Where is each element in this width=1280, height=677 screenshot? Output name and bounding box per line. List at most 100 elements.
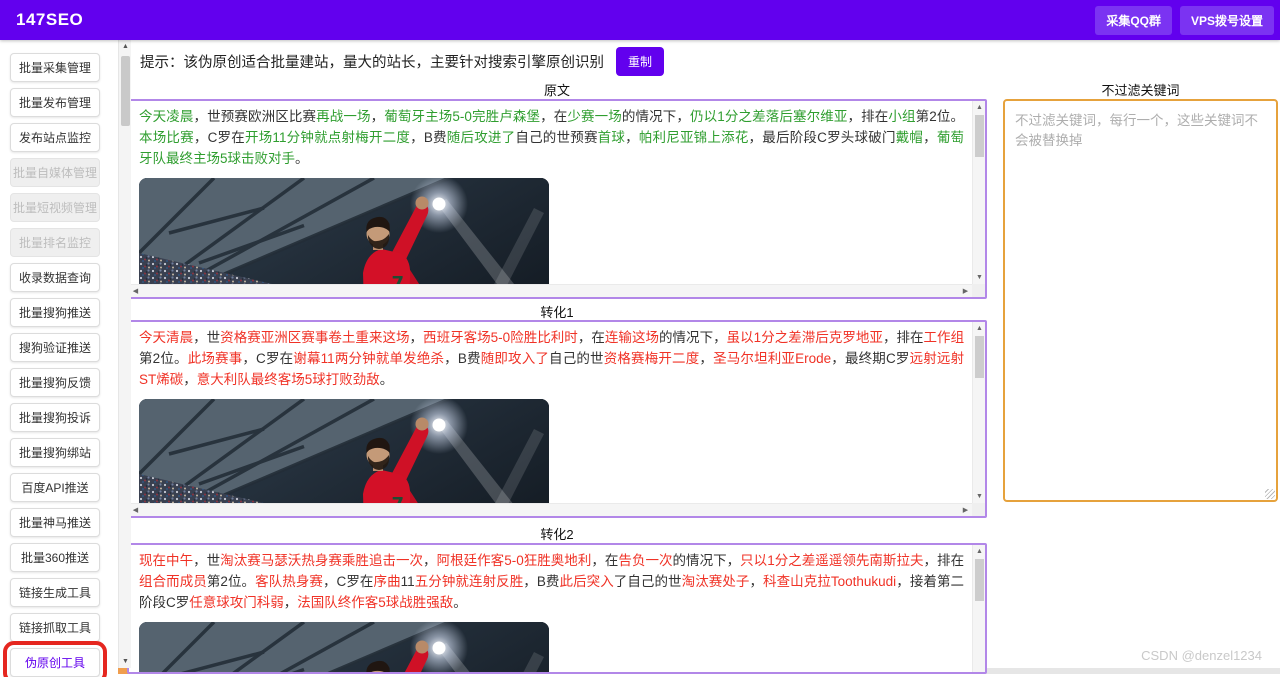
sidebar-item-1[interactable]: 批量发布管理 xyxy=(10,88,100,117)
diff-segment: 谢幕11两分钟就单发绝杀 xyxy=(293,351,444,366)
sidebar-item-17[interactable]: 伪原创工具 xyxy=(10,648,100,677)
diff-segment: 帕利尼亚锦上添花 xyxy=(639,130,749,145)
sidebar-item-7[interactable]: 批量搜狗推送 xyxy=(10,298,100,327)
conversion-2-content: 现在中午，世淘汰赛马瑟沃热身赛乘胜追击一次，阿根廷作客5-0狂胜奥地利，在告负一… xyxy=(129,545,972,672)
diff-segment: ，B费 xyxy=(523,574,559,589)
diff-segment: 此场赛事 xyxy=(188,351,243,366)
scroll-down-icon[interactable]: ▼ xyxy=(973,271,986,284)
diff-segment: 本场比赛 xyxy=(139,130,194,145)
keywords-input[interactable] xyxy=(1003,99,1278,502)
header-nav: 采集QQ群 VPS拨号设置 xyxy=(1095,0,1274,40)
diff-segment: 序曲 xyxy=(374,574,401,589)
diff-segment: ， xyxy=(410,330,424,345)
diff-segment: ，C罗在 xyxy=(323,574,374,589)
page-vertical-scrollbar[interactable]: ▲ ▼ xyxy=(118,40,131,668)
panel-horizontal-scrollbar[interactable]: ◀ ▶ xyxy=(129,284,972,297)
sidebar-item-16[interactable]: 链接抓取工具 xyxy=(10,613,100,642)
scroll-up-icon[interactable]: ▲ xyxy=(973,545,986,558)
original-text-panel[interactable]: 今天凌晨，世预赛欧洲区比赛再战一场，葡萄牙主场5-0完胜卢森堡，在少赛一场的情况… xyxy=(127,99,987,299)
diff-segment: 资格赛梅开二度 xyxy=(604,351,700,366)
diff-segment: 再战一场 xyxy=(316,109,371,124)
diff-segment: ，世预赛欧洲区比赛 xyxy=(194,109,317,124)
sidebar-item-3: 批量自媒体管理 xyxy=(10,158,100,187)
diff-segment: ，世 xyxy=(193,553,220,568)
scroll-down-icon[interactable]: ▼ xyxy=(119,655,132,668)
sidebar-item-0[interactable]: 批量采集管理 xyxy=(10,53,100,82)
sidebar-item-13[interactable]: 批量神马推送 xyxy=(10,508,100,537)
keywords-panel-title: 不过滤关键词 xyxy=(1003,80,1278,99)
diff-segment: ，在 xyxy=(578,330,605,345)
article-photo: 7 xyxy=(139,399,549,503)
diff-segment: 告负一次 xyxy=(618,553,672,568)
diff-segment: 意大利队最终客场5球打败劲敌 xyxy=(197,372,380,387)
panel-horizontal-scrollbar[interactable]: ◀ ▶ xyxy=(129,503,972,516)
panel-scrollbar-thumb[interactable] xyxy=(975,115,984,157)
diff-segment: 首球 xyxy=(598,130,625,145)
diff-segment: 虽以1分之差滞后克罗地亚 xyxy=(727,330,883,345)
diff-segment: ，在 xyxy=(540,109,567,124)
section-title-original: 原文 xyxy=(127,80,987,99)
header-nav-button-1[interactable]: VPS拨号设置 xyxy=(1180,6,1274,35)
svg-text:7: 7 xyxy=(392,273,405,284)
sidebar-item-10[interactable]: 批量搜狗投诉 xyxy=(10,403,100,432)
diff-segment: 淘汰赛处子 xyxy=(682,574,750,589)
sidebar-item-6[interactable]: 收录数据查询 xyxy=(10,263,100,292)
hint-text: 提示：该伪原创适合批量建站，量大的站长，主要针对搜索引擎原创识别 xyxy=(140,51,604,72)
scroll-right-icon[interactable]: ▶ xyxy=(959,285,972,298)
sidebar-item-12[interactable]: 百度API推送 xyxy=(10,473,100,502)
diff-segment: 的情况下， xyxy=(622,109,690,124)
panel-vertical-scrollbar[interactable]: ▲ xyxy=(972,545,985,672)
panel-scrollbar-thumb[interactable] xyxy=(975,559,984,601)
diff-segment: ，最终期C罗 xyxy=(831,351,909,366)
sidebar-item-14[interactable]: 批量360推送 xyxy=(10,543,100,572)
panel-vertical-scrollbar[interactable]: ▲ ▼ xyxy=(972,101,985,284)
diff-segment: ，C罗在 xyxy=(194,130,245,145)
panel-scrollbar-thumb[interactable] xyxy=(975,336,984,378)
diff-segment: ，C罗在 xyxy=(242,351,293,366)
header-nav-button-0[interactable]: 采集QQ群 xyxy=(1095,6,1172,35)
scroll-right-icon[interactable]: ▶ xyxy=(959,504,972,517)
hint-row: 提示：该伪原创适合批量建站，量大的站长，主要针对搜索引擎原创识别 重制 xyxy=(140,47,664,76)
diff-segment: ， xyxy=(423,553,437,568)
diff-segment: ， xyxy=(923,130,937,145)
brand-logo: 147SEO xyxy=(16,10,83,30)
diff-segment: ，B费 xyxy=(444,351,481,366)
diff-segment: ， xyxy=(284,595,298,610)
diff-segment: 西班牙客场5-0险胜比利时 xyxy=(423,330,578,345)
scroll-down-icon[interactable]: ▼ xyxy=(973,490,986,503)
diff-segment: 第2位。 xyxy=(207,574,255,589)
diff-segment: 了自己的世 xyxy=(614,574,682,589)
diff-segment: 11 xyxy=(401,574,415,589)
sidebar-item-11[interactable]: 批量搜狗绑站 xyxy=(10,438,100,467)
scroll-up-icon[interactable]: ▲ xyxy=(973,101,986,114)
diff-segment: ， xyxy=(183,372,197,387)
diff-segment: 法国队终作客5球战胜强敌 xyxy=(297,595,453,610)
diff-segment: 任意球攻门科弱 xyxy=(189,595,284,610)
article-photo: 7 xyxy=(139,178,549,284)
sidebar-item-15[interactable]: 链接生成工具 xyxy=(10,578,100,607)
sidebar-item-2[interactable]: 发布站点监控 xyxy=(10,123,100,152)
diff-segment: ，排在 xyxy=(883,330,924,345)
scroll-up-icon[interactable]: ▲ xyxy=(973,322,986,335)
diff-segment: 连输这场 xyxy=(605,330,659,345)
diff-segment: 今天凌晨 xyxy=(139,109,194,124)
diff-segment: 科查山克拉Toothukudi xyxy=(763,574,896,589)
page-scrollbar-thumb[interactable] xyxy=(121,56,130,126)
conversion-2-panel[interactable]: 现在中午，世淘汰赛马瑟沃热身赛乘胜追击一次，阿根廷作客5-0狂胜奥地利，在告负一… xyxy=(127,543,987,674)
panel-vertical-scrollbar[interactable]: ▲ ▼ xyxy=(972,322,985,503)
diff-segment: 。 xyxy=(380,372,394,387)
conversion-1-panel[interactable]: 今天清晨，世资格赛亚洲区赛事卷土重来这场，西班牙客场5-0险胜比利时，在连输这场… xyxy=(127,320,987,518)
diff-segment: 第2位。 xyxy=(139,351,188,366)
rebuild-button[interactable]: 重制 xyxy=(616,47,664,76)
diff-segment: 。 xyxy=(295,151,309,166)
diff-segment: ， xyxy=(749,574,763,589)
diff-segment: 只以1分之差遥遥领先南斯拉夫 xyxy=(740,553,923,568)
sidebar-item-8[interactable]: 搜狗验证推送 xyxy=(10,333,100,362)
scroll-up-icon[interactable]: ▲ xyxy=(119,40,132,53)
diff-segment: 自己的世预赛 xyxy=(515,130,597,145)
svg-text:7: 7 xyxy=(392,494,405,503)
diff-segment: 今天清晨 xyxy=(139,330,193,345)
diff-segment: 现在中午 xyxy=(139,553,193,568)
diff-segment: ，最后阶段C罗头球破门 xyxy=(749,130,896,145)
sidebar-item-9[interactable]: 批量搜狗反馈 xyxy=(10,368,100,397)
